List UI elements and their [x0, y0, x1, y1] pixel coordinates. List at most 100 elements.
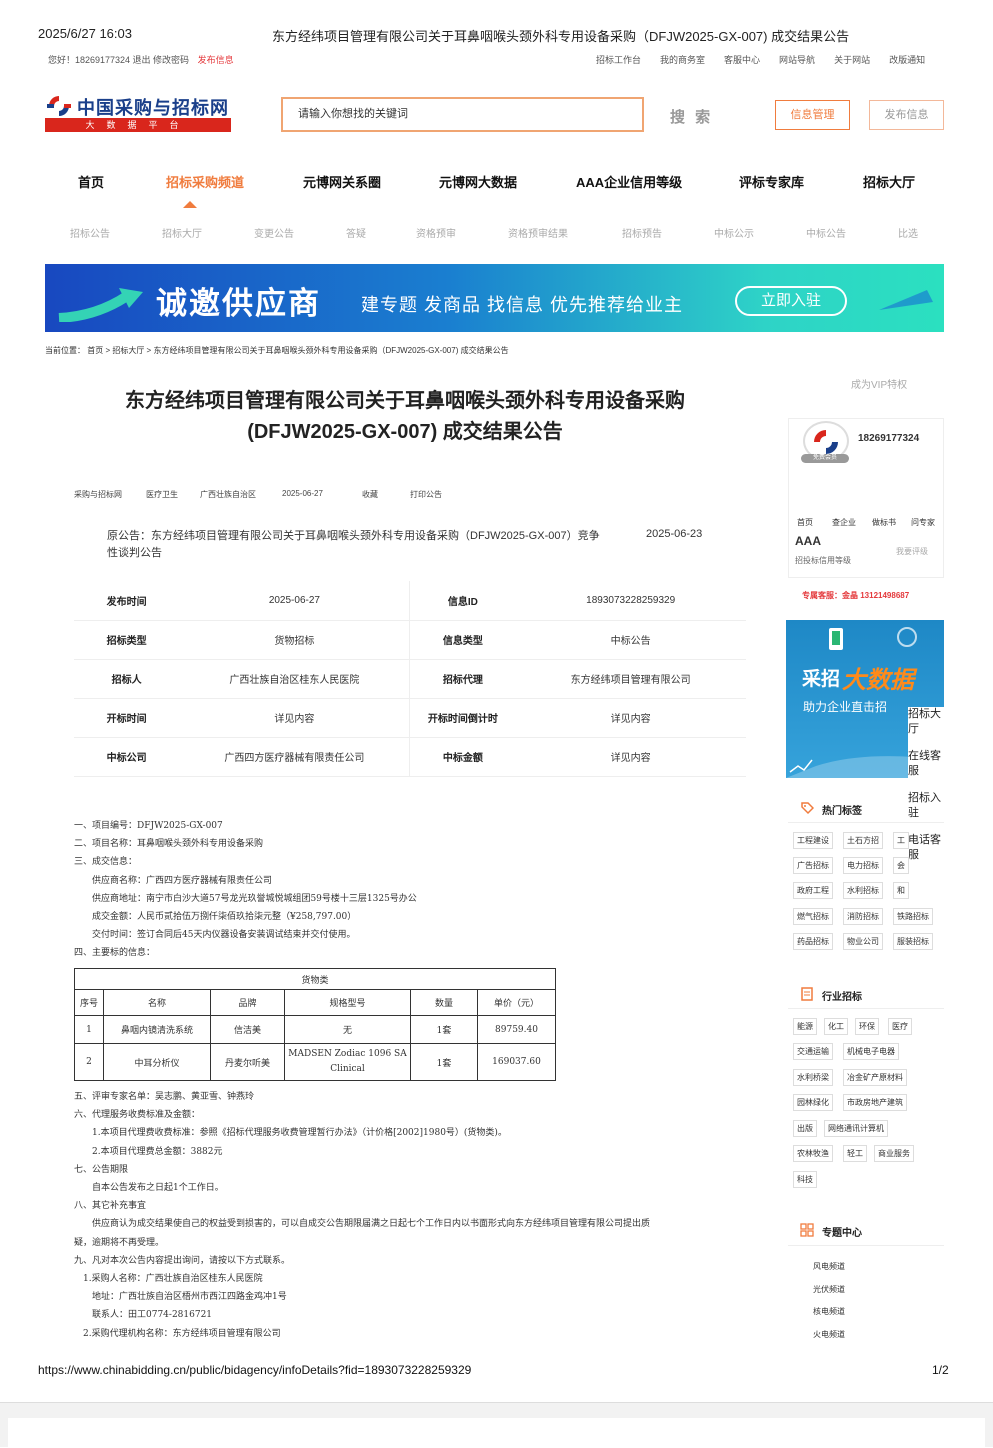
site-logo[interactable]: 中国采购与招标网 大数据平台: [45, 94, 233, 134]
tag-item[interactable]: 网络通讯计算机: [824, 1120, 888, 1137]
print-link[interactable]: 打印公告: [410, 489, 442, 500]
tag-item[interactable]: 园林绿化: [793, 1094, 833, 1111]
info-key: 开标时间倒计时: [409, 698, 516, 738]
favorite-link[interactable]: 收藏: [362, 489, 378, 500]
subnav-compare[interactable]: 比选: [898, 225, 918, 240]
body-line: 自本公告发布之日起1个工作日。: [74, 1183, 224, 1194]
subnav-prequal-result[interactable]: 资格预审结果: [508, 225, 568, 240]
subnav-bidding-hall[interactable]: 招标大厅: [162, 225, 202, 240]
topic-thermal[interactable]: 火电频道: [813, 1329, 845, 1340]
tag-item[interactable]: 和: [893, 882, 909, 899]
subnav-change-notice[interactable]: 变更公告: [254, 225, 294, 240]
print-url: https://www.chinabidding.cn/public/bidag…: [38, 1363, 472, 1377]
float-bidding-hall[interactable]: 招标大厅: [908, 707, 944, 737]
tag-item[interactable]: 能源: [793, 1018, 817, 1035]
banner-join-button[interactable]: 立即入驻: [735, 286, 847, 316]
top-link-service[interactable]: 客服中心: [724, 53, 760, 66]
tag-item[interactable]: 燃气招标: [793, 908, 833, 925]
user-link-tender-doc[interactable]: 做标书: [872, 517, 896, 528]
rate-link[interactable]: 我要评级: [896, 546, 928, 557]
nav-home[interactable]: 首页: [78, 172, 104, 191]
tag-item[interactable]: 电力招标: [843, 857, 883, 874]
body-line: 四、主要标的信息：: [74, 948, 156, 959]
subnav-qa[interactable]: 答疑: [346, 225, 366, 240]
goods-cell: MADSEN Zodiac 1096 SA Clinical: [284, 1043, 411, 1081]
tag-item[interactable]: 医疗: [888, 1018, 912, 1035]
tag-item[interactable]: 水利招标: [843, 882, 883, 899]
top-link-sitemap[interactable]: 网站导航: [779, 53, 815, 66]
publish-info-button[interactable]: 发布信息: [869, 100, 944, 130]
greeting-text[interactable]: 您好！18269177324 退出 修改密码: [48, 55, 189, 65]
tag-item[interactable]: 轻工: [843, 1145, 867, 1162]
body-line: 供应商认为成交结果使自己的权益受到损害的，可以自成交公告期限届满之日起七个工作日…: [74, 1219, 651, 1230]
top-link-business-room[interactable]: 我的商务室: [660, 53, 705, 66]
tag-item[interactable]: 市政房地产建筑: [843, 1094, 907, 1111]
info-key: 开标时间: [74, 698, 180, 738]
tag-item[interactable]: 药品招标: [793, 933, 833, 950]
subnav-tender-notice[interactable]: 招标公告: [70, 225, 110, 240]
tag-item[interactable]: 广告招标: [793, 857, 833, 874]
divider: [788, 1245, 944, 1246]
tag-item[interactable]: 铁路招标: [893, 908, 933, 925]
body-line: 六、代理服务收费标准及金额：: [74, 1110, 201, 1121]
subnav-award-notice[interactable]: 中标公告: [806, 225, 846, 240]
goods-header: 数量: [410, 989, 478, 1016]
tag-item[interactable]: 机械电子电器: [843, 1043, 899, 1060]
tag-item[interactable]: 消防招标: [843, 908, 883, 925]
tag-item[interactable]: 化工: [824, 1018, 848, 1035]
tag-item[interactable]: 环保: [855, 1018, 879, 1035]
tag-item[interactable]: 土石方招: [843, 832, 883, 849]
goods-cell: 无: [284, 1015, 411, 1044]
info-key: 信息类型: [409, 620, 516, 660]
body-line: 成交金额：人民币贰拾伍万捌仟柒佰玖拾柒元整（¥258,797.00）: [74, 912, 357, 923]
search-input[interactable]: 请输入你想找的关键词: [281, 97, 644, 132]
tag-item[interactable]: 政府工程: [793, 882, 833, 899]
user-link-company[interactable]: 查企业: [832, 517, 856, 528]
goods-cell: 1: [74, 1015, 104, 1044]
print-title: 东方经纬项目管理有限公司关于耳鼻咽喉头颈外科专用设备采购（DFJW2025-GX…: [272, 29, 850, 44]
publish-link[interactable]: 发布信息: [198, 55, 234, 65]
goods-header: 序号: [74, 989, 104, 1016]
body-line: 二、项目名称：耳鼻咽喉头颈外科专用设备采购: [74, 839, 264, 850]
nav-bidding-hall[interactable]: 招标大厅: [863, 172, 915, 191]
nav-expert-library[interactable]: 评标专家库: [739, 172, 804, 191]
user-link-home[interactable]: 首页: [797, 517, 813, 528]
search-button[interactable]: 搜 索: [670, 106, 713, 127]
tag-item[interactable]: 出版: [793, 1120, 817, 1137]
tag-item[interactable]: 物业公司: [843, 933, 883, 950]
tag-item[interactable]: 水利桥梁: [793, 1069, 833, 1086]
original-notice-link[interactable]: 原公告：东方经纬项目管理有限公司关于耳鼻咽喉头颈外科专用设备采购（DFJW202…: [107, 528, 607, 562]
tag-item[interactable]: 服装招标: [893, 933, 933, 950]
subnav-award-publicity[interactable]: 中标公示: [714, 225, 754, 240]
tag-item[interactable]: 科技: [793, 1171, 817, 1188]
info-manage-button[interactable]: 信息管理: [775, 100, 850, 130]
tag-item[interactable]: 农林牧渔: [793, 1145, 833, 1162]
nav-bidding-channel[interactable]: 招标采购频道: [166, 172, 244, 191]
nav-relation-circle[interactable]: 元博网关系圈: [303, 172, 381, 191]
topic-wind[interactable]: 风电频道: [813, 1261, 845, 1272]
topic-solar[interactable]: 光伏频道: [813, 1284, 845, 1295]
tag-item[interactable]: 冶金矿产原材料: [843, 1069, 907, 1086]
nav-aaa-credit[interactable]: AAA企业信用等级: [576, 172, 682, 191]
top-link-about[interactable]: 关于网站: [834, 53, 870, 66]
nav-big-data[interactable]: 元博网大数据: [439, 172, 517, 191]
tag-item[interactable]: 交通运输: [793, 1043, 833, 1060]
banner-subtitle: 建专题 发商品 找信息 优先推荐给业主: [361, 295, 684, 315]
vip-link[interactable]: 成为VIP特权: [851, 376, 907, 391]
body-line: 八、其它补充事宜: [74, 1201, 147, 1212]
supplier-banner[interactable]: 诚邀供应商 建专题 发商品 找信息 优先推荐给业主 立即入驻: [45, 264, 944, 332]
user-link-expert[interactable]: 问专家: [911, 517, 935, 528]
topic-nuclear[interactable]: 核电频道: [813, 1306, 845, 1317]
subnav-forecast[interactable]: 招标预告: [622, 225, 662, 240]
tag-item[interactable]: 工程建设: [793, 832, 833, 849]
tag-item[interactable]: 会: [893, 857, 909, 874]
tag-item[interactable]: 商业服务: [874, 1145, 914, 1162]
tag-icon: [801, 802, 814, 815]
top-link-workbench[interactable]: 招标工作台: [596, 53, 641, 66]
float-online-service[interactable]: 在线客服: [908, 749, 944, 779]
float-join[interactable]: 招标入驻: [908, 791, 944, 821]
goods-header: 规格型号: [284, 989, 411, 1016]
top-link-notice[interactable]: 改版通知: [889, 53, 925, 66]
tag-item[interactable]: 工: [893, 832, 909, 849]
subnav-prequal[interactable]: 资格预审: [416, 225, 456, 240]
